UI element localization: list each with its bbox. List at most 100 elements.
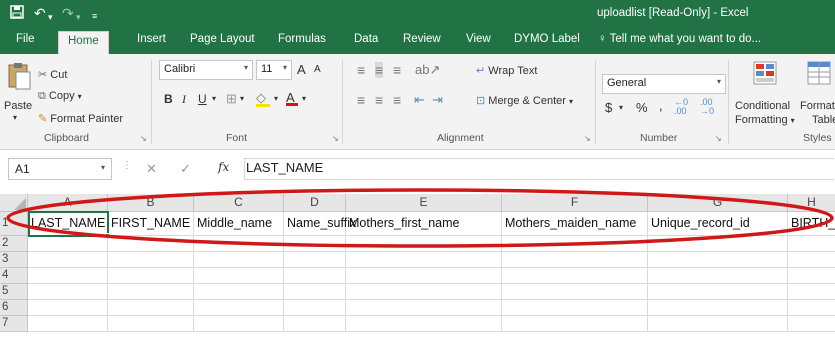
name-box[interactable]: A1 ▾ (8, 158, 112, 180)
grid-cell[interactable] (28, 252, 108, 268)
font-launcher-icon[interactable]: ↘ (332, 134, 339, 143)
conditional-formatting-icon[interactable] (752, 60, 778, 89)
conditional-formatting-button[interactable]: Conditional (735, 100, 790, 112)
format-painter-button[interactable]: ✎ Format Painter (38, 112, 123, 125)
grid-cell[interactable] (648, 316, 788, 332)
grid-cell[interactable] (108, 268, 194, 284)
increase-indent-icon[interactable]: ⇥ (432, 92, 443, 108)
grid-cell[interactable] (346, 316, 502, 332)
copy-dropdown-icon[interactable]: ▾ (78, 92, 82, 101)
row-header-7[interactable]: 7 (0, 316, 28, 332)
tab-data[interactable]: Data (354, 33, 378, 45)
grid-cell[interactable] (28, 236, 108, 252)
cell-c1[interactable]: Middle_name (194, 212, 284, 236)
row-header-6[interactable]: 6 (0, 300, 28, 316)
row-header-4[interactable]: 4 (0, 268, 28, 284)
font-color-dropdown-icon[interactable]: ▾ (302, 94, 306, 103)
shrink-font-button[interactable]: A (314, 64, 321, 75)
fill-color-dropdown-icon[interactable]: ▾ (274, 94, 278, 103)
grid-cell[interactable] (284, 252, 346, 268)
grid-cell[interactable] (284, 300, 346, 316)
grid-cell[interactable] (346, 300, 502, 316)
grow-font-button[interactable]: A (297, 62, 306, 77)
grid-cell[interactable] (108, 236, 194, 252)
select-all-corner[interactable] (0, 194, 28, 212)
redo-icon[interactable]: ↷ (62, 5, 74, 21)
row-header-3[interactable]: 3 (0, 252, 28, 268)
align-top-icon[interactable]: ≡ (357, 62, 365, 78)
decrease-decimal-icon[interactable]: .00 →0 (700, 98, 714, 116)
align-center-icon[interactable]: ≡ (375, 92, 383, 108)
column-header-h[interactable]: H (788, 194, 835, 212)
grid-cell[interactable] (502, 252, 648, 268)
tab-insert[interactable]: Insert (137, 33, 166, 45)
grid-cell[interactable] (502, 284, 648, 300)
grid-cell[interactable] (108, 252, 194, 268)
grid-cell[interactable] (346, 284, 502, 300)
alignment-launcher-icon[interactable]: ↘ (584, 134, 591, 143)
tab-view[interactable]: View (466, 33, 491, 45)
font-color-icon[interactable]: A (286, 90, 298, 106)
italic-button[interactable]: I (182, 92, 186, 107)
grid-cell[interactable] (648, 252, 788, 268)
underline-button[interactable]: U (198, 92, 207, 106)
grid-cell[interactable] (648, 284, 788, 300)
grid-cell[interactable] (194, 268, 284, 284)
save-icon[interactable] (10, 5, 24, 22)
grid-cell[interactable] (194, 284, 284, 300)
redo-dropdown-icon[interactable]: ▾ (76, 9, 81, 25)
column-header-g[interactable]: G (648, 194, 788, 212)
cell-d1[interactable]: Name_suffix (284, 212, 356, 236)
row-header-2[interactable]: 2 (0, 236, 28, 252)
insert-function-button[interactable]: fx (218, 160, 229, 174)
comma-button[interactable]: , (659, 98, 663, 113)
increase-decimal-icon[interactable]: ←0.00 (674, 98, 688, 116)
grid-cell[interactable] (502, 268, 648, 284)
merge-center-button[interactable]: ⊡ Merge & Center ▾ (476, 94, 573, 107)
grid-cell[interactable] (502, 300, 648, 316)
formula-input[interactable] (244, 158, 834, 180)
cell-e1[interactable]: Mothers_first_name (346, 212, 502, 236)
grid-cell[interactable] (502, 316, 648, 332)
grid-cell[interactable] (194, 316, 284, 332)
grid-cell[interactable] (28, 284, 108, 300)
grid-cell[interactable] (28, 300, 108, 316)
number-format-select[interactable]: General ▾ (602, 74, 726, 94)
grid-cell[interactable] (28, 316, 108, 332)
grid-cell[interactable] (648, 236, 788, 252)
orientation-icon[interactable]: ab↗ (415, 62, 440, 78)
grid-cell[interactable] (648, 300, 788, 316)
grid-cell[interactable] (788, 268, 835, 284)
paste-button[interactable]: Paste (4, 100, 32, 112)
grid-cell[interactable] (284, 236, 346, 252)
row-header-5[interactable]: 5 (0, 284, 28, 300)
decrease-indent-icon[interactable]: ⇤ (414, 92, 425, 108)
tab-page-layout[interactable]: Page Layout (190, 33, 255, 45)
cell-h1[interactable]: BIRTH_DAT (788, 212, 835, 236)
undo-dropdown-icon[interactable]: ▾ (48, 9, 53, 25)
cut-button[interactable]: ✂ Cut (38, 68, 67, 81)
paste-icon[interactable] (6, 62, 32, 95)
grid-cell[interactable] (108, 300, 194, 316)
cell-a1[interactable]: LAST_NAME (28, 211, 109, 237)
tab-home[interactable]: Home (58, 31, 109, 54)
grid-cell[interactable] (502, 236, 648, 252)
grid-cell[interactable] (108, 284, 194, 300)
cancel-icon[interactable]: ✕ (146, 161, 157, 177)
column-header-d[interactable]: D (284, 194, 346, 212)
conditional-dropdown-icon[interactable]: ▾ (791, 116, 795, 125)
borders-dropdown-icon[interactable]: ▾ (240, 94, 244, 103)
font-size-select[interactable]: 11 ▾ (256, 60, 292, 80)
customize-toolbar-icon[interactable]: ≡ (92, 8, 97, 24)
row-header-1[interactable]: 1 (0, 212, 28, 236)
grid-cell[interactable] (28, 268, 108, 284)
paste-dropdown-icon[interactable]: ▾ (13, 113, 17, 122)
number-launcher-icon[interactable]: ↘ (715, 134, 722, 143)
align-right-icon[interactable]: ≡ (393, 92, 401, 108)
tab-file[interactable]: File (16, 33, 35, 45)
underline-dropdown-icon[interactable]: ▾ (212, 94, 216, 103)
cell-b1[interactable]: FIRST_NAME (108, 212, 194, 236)
copy-button[interactable]: ⧉ Copy ▾ (38, 90, 82, 103)
align-middle-icon[interactable]: ≡ (375, 62, 384, 78)
grid-cell[interactable] (194, 300, 284, 316)
